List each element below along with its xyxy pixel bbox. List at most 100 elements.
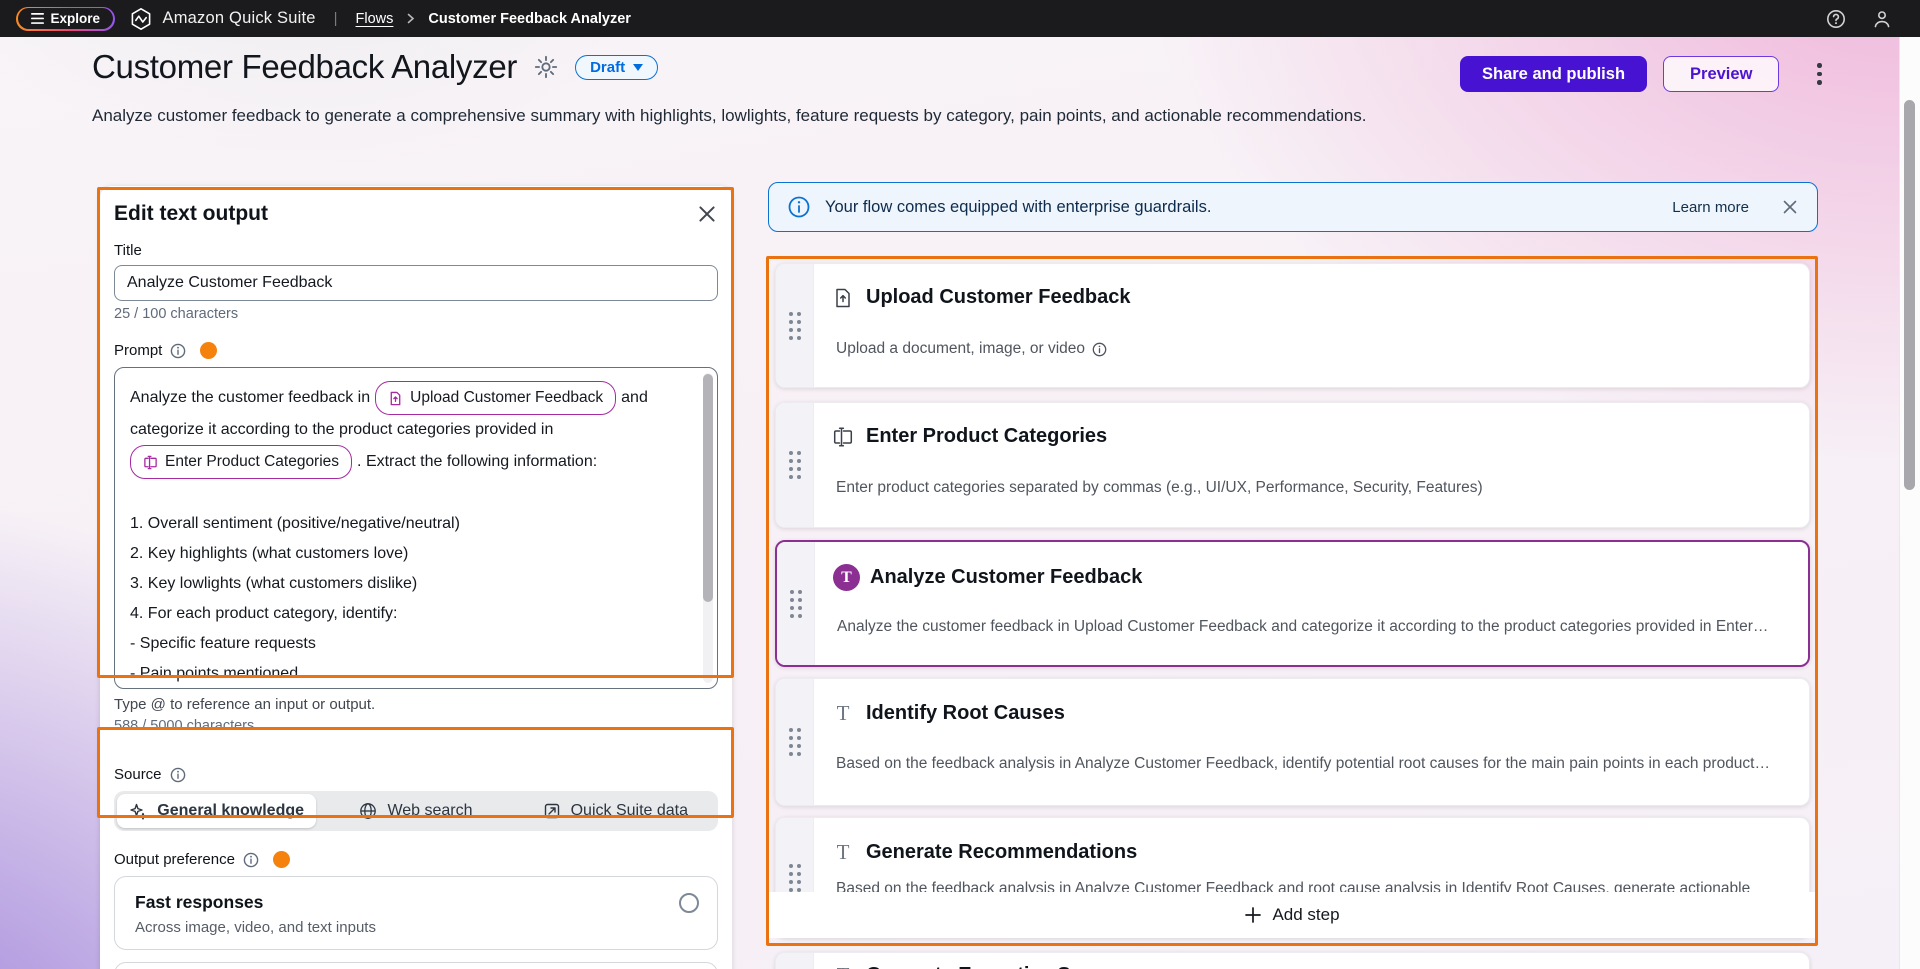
step-title: Generate Executive S bbox=[866, 964, 1071, 969]
chevron-right-icon bbox=[405, 13, 416, 24]
add-step-button[interactable]: Add step bbox=[769, 892, 1815, 938]
hamburger-icon bbox=[31, 13, 44, 24]
upload-file-icon bbox=[388, 391, 403, 406]
drag-handle-icon[interactable] bbox=[790, 590, 802, 618]
option-subtitle: Across image, video, and text inputs bbox=[135, 919, 697, 936]
page-header: Customer Feedback Analyzer Draft bbox=[92, 48, 658, 86]
step-card-enter-product-categories[interactable]: Enter Product Categories Enter product c… bbox=[775, 402, 1810, 528]
source-segmented-control: General knowledge Web search Quick Suite… bbox=[114, 791, 718, 831]
info-icon[interactable] bbox=[170, 767, 186, 783]
output-option-fast-responses[interactable]: Fast responses Across image, video, and … bbox=[114, 876, 718, 950]
prompt-counter: 588 / 5000 characters bbox=[114, 718, 718, 734]
text-input-icon bbox=[143, 455, 158, 470]
title-counter: 25 / 100 characters bbox=[114, 306, 718, 322]
share-and-publish-button[interactable]: Share and publish bbox=[1460, 56, 1647, 92]
radio-unselected[interactable] bbox=[679, 893, 699, 913]
close-icon[interactable] bbox=[696, 203, 718, 225]
output-option-versatility[interactable]: Versatility and performance bbox=[114, 962, 718, 969]
step-card-generate-executive-summary[interactable]: T Generate Executive S bbox=[775, 952, 1810, 969]
source-tab-web-search[interactable]: Web search bbox=[316, 794, 515, 828]
sparkle-icon bbox=[129, 802, 147, 820]
panel-title: Edit text output bbox=[114, 202, 268, 226]
prompt-line: 2. Key highlights (what customers love) bbox=[130, 539, 687, 569]
step-subtitle: Enter product categories separated by co… bbox=[836, 479, 1781, 497]
step-title: Generate Recommendations bbox=[866, 841, 1137, 864]
prompt-line: 3. Key lowlights (what customers dislike… bbox=[130, 569, 687, 599]
explore-button[interactable]: Explore bbox=[16, 7, 115, 31]
prompt-scrollbar-thumb[interactable] bbox=[703, 374, 713, 602]
explore-button-inner[interactable]: Explore bbox=[18, 8, 114, 29]
app-root: Explore Amazon Quick Suite | Flows Custo… bbox=[0, 0, 1920, 969]
prompt-line: 4. For each product category, identify: bbox=[130, 599, 687, 629]
card-drag-strip bbox=[776, 953, 814, 969]
source-tab-general-knowledge[interactable]: General knowledge bbox=[117, 794, 316, 828]
banner-close-icon[interactable] bbox=[1781, 198, 1799, 216]
info-icon[interactable] bbox=[1092, 342, 1107, 357]
step-subtitle: Based on the feedback analysis in Analyz… bbox=[836, 755, 1781, 773]
brand-name: Amazon Quick Suite bbox=[163, 9, 316, 28]
status-label: Draft bbox=[590, 59, 625, 76]
step-subtitle: Upload a document, image, or video bbox=[836, 340, 1781, 358]
step-title: Enter Product Categories bbox=[866, 425, 1107, 448]
status-badge-draft[interactable]: Draft bbox=[575, 55, 658, 80]
step-card-analyze-customer-feedback[interactable]: T Analyze Customer Feedback Analyze the … bbox=[775, 540, 1810, 667]
page-title: Customer Feedback Analyzer bbox=[92, 48, 517, 86]
prompt-line: - Pain points mentioned bbox=[130, 659, 687, 689]
kebab-menu-icon[interactable] bbox=[1813, 59, 1826, 89]
explore-label: Explore bbox=[51, 11, 101, 26]
text-step-icon: T bbox=[832, 963, 854, 969]
quick-suite-data-icon bbox=[543, 802, 561, 820]
option-title: Fast responses bbox=[135, 892, 697, 913]
source-tab-quick-suite-data[interactable]: Quick Suite data bbox=[516, 794, 715, 828]
info-icon bbox=[787, 195, 811, 219]
breadcrumb-flows-link[interactable]: Flows bbox=[356, 11, 394, 27]
drag-handle-icon[interactable] bbox=[789, 728, 801, 756]
caret-down-icon bbox=[633, 64, 643, 71]
source-label: Source bbox=[114, 766, 718, 783]
gear-icon[interactable] bbox=[533, 54, 559, 80]
annotation-dot bbox=[273, 851, 290, 868]
breadcrumb-separator: | bbox=[334, 10, 338, 27]
text-step-badge-icon: T bbox=[833, 564, 860, 591]
text-input-icon bbox=[832, 426, 854, 448]
user-icon[interactable] bbox=[1872, 9, 1892, 29]
title-input[interactable] bbox=[114, 265, 718, 301]
learn-more-link[interactable]: Learn more bbox=[1672, 199, 1749, 216]
reference-chip-categories[interactable]: Enter Product Categories bbox=[130, 445, 352, 479]
quick-suite-logo-icon bbox=[129, 7, 153, 31]
help-icon[interactable] bbox=[1826, 9, 1846, 29]
drag-handle-icon[interactable] bbox=[789, 451, 801, 479]
brand-home-link[interactable]: Amazon Quick Suite bbox=[129, 7, 316, 31]
prompt-line: 1. Overall sentiment (positive/negative/… bbox=[130, 509, 687, 539]
flow-description: Analyze customer feedback to generate a … bbox=[92, 106, 1482, 126]
drag-handle-icon[interactable] bbox=[789, 312, 801, 340]
text-step-icon: T bbox=[832, 840, 854, 865]
upload-file-icon bbox=[832, 287, 854, 309]
prompt-blank-line bbox=[130, 479, 687, 509]
info-icon[interactable] bbox=[170, 343, 186, 359]
prompt-hint: Type @ to reference an input or output. bbox=[114, 696, 718, 713]
text-step-icon: T bbox=[832, 701, 854, 726]
header-actions: Share and publish Preview bbox=[1460, 56, 1826, 92]
page-scrollbar-thumb[interactable] bbox=[1904, 100, 1915, 490]
prompt-editor[interactable]: Analyze the customer feedback inUpload C… bbox=[114, 367, 718, 689]
step-title: Upload Customer Feedback bbox=[866, 286, 1131, 309]
drag-handle-icon[interactable] bbox=[789, 864, 801, 892]
banner-message: Your flow comes equipped with enterprise… bbox=[825, 198, 1211, 217]
info-icon[interactable] bbox=[243, 852, 259, 868]
output-preference-label: Output preference bbox=[114, 851, 718, 868]
step-title: Analyze Customer Feedback bbox=[870, 566, 1142, 589]
step-card-upload-customer-feedback[interactable]: Upload Customer Feedback Upload a docume… bbox=[775, 263, 1810, 388]
guardrails-banner: Your flow comes equipped with enterprise… bbox=[768, 182, 1818, 232]
globe-icon bbox=[359, 802, 377, 820]
add-step-label: Add step bbox=[1272, 905, 1339, 925]
title-field-label: Title bbox=[114, 242, 718, 259]
reference-chip-upload[interactable]: Upload Customer Feedback bbox=[375, 381, 616, 415]
top-bar: Explore Amazon Quick Suite | Flows Custo… bbox=[0, 0, 1920, 37]
prompt-line: Analyze the customer feedback inUpload C… bbox=[130, 381, 687, 415]
step-subtitle: Analyze the customer feedback in Upload … bbox=[837, 618, 1780, 636]
step-card-identify-root-causes[interactable]: T Identify Root Causes Based on the feed… bbox=[775, 678, 1810, 806]
preview-button[interactable]: Preview bbox=[1663, 56, 1779, 92]
prompt-line: - Specific feature requests bbox=[130, 629, 687, 659]
prompt-field-label: Prompt bbox=[114, 342, 718, 359]
